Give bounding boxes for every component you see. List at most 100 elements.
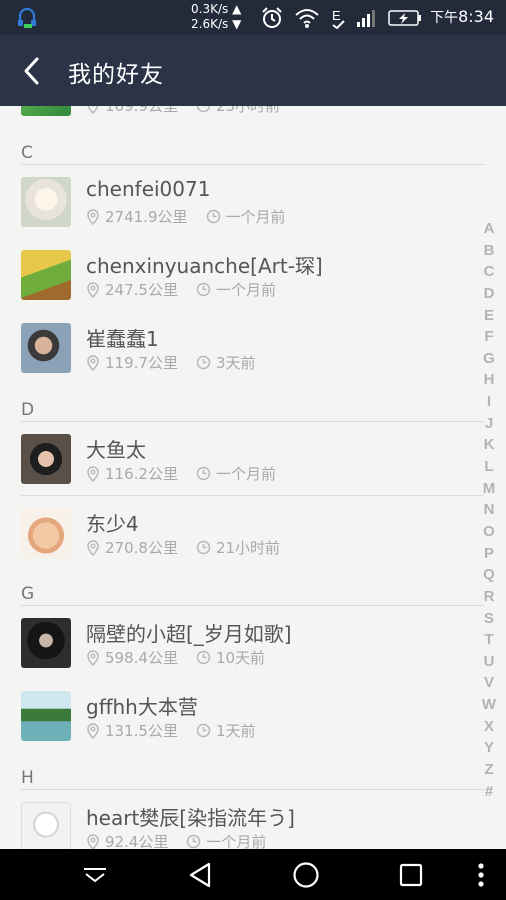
index-letter[interactable]: L — [478, 456, 500, 478]
index-letter[interactable]: Y — [478, 737, 500, 759]
location-pin-icon — [87, 106, 99, 114]
location-pin-icon — [87, 833, 99, 849]
last-seen: 23小时前 — [215, 106, 281, 115]
alphabet-index[interactable]: A B C D E F G H I J K L M N O P Q R S T U V W X Y Z # — [478, 218, 500, 802]
friend-list[interactable]: 169.9公里 23小时前 C chenfei0071 2741.9公里 一个月… — [0, 106, 506, 849]
data-e-icon: E — [332, 8, 345, 29]
index-letter[interactable]: D — [478, 283, 500, 305]
friend-meta: 270.8公里 21小时前 — [86, 537, 280, 558]
index-letter[interactable]: G — [478, 348, 500, 370]
avatar — [21, 106, 71, 116]
status-bar: 0.3K/s ▲ 2.6K/s ▼ E 下午8:34 — [0, 0, 506, 35]
list-item[interactable]: gffhh大本营 131.5公里 1天前 — [21, 679, 484, 752]
list-item[interactable]: chenfei0071 2741.9公里 一个月前 — [21, 165, 484, 238]
index-letter[interactable]: Z — [478, 759, 500, 781]
index-letter[interactable]: W — [478, 694, 500, 716]
friend-name: chenxinyuanche[Art-琛] — [86, 254, 323, 278]
title-bar: 我的好友 — [0, 35, 506, 106]
index-letter[interactable]: B — [478, 240, 500, 262]
list-item[interactable]: 东少4 270.8公里 21小时前 — [21, 495, 484, 568]
index-letter[interactable]: P — [478, 543, 500, 565]
index-letter[interactable]: C — [478, 261, 500, 283]
list-item[interactable]: 169.9公里 23小时前 — [21, 106, 484, 127]
friend-name: gffhh大本营 — [86, 695, 198, 719]
distance: 119.7公里 — [105, 354, 178, 372]
location-pin-icon — [87, 208, 99, 225]
collapse-button[interactable] — [65, 849, 125, 900]
more-vertical-icon — [478, 862, 484, 887]
distance: 116.2公里 — [105, 465, 178, 483]
friend-name: 崔蠢蠢1 — [86, 327, 159, 351]
page-title: 我的好友 — [68, 62, 164, 88]
index-letter[interactable]: I — [478, 391, 500, 413]
recents-square-icon — [399, 863, 423, 886]
distance: 247.5公里 — [105, 281, 178, 299]
index-letter[interactable]: F — [478, 326, 500, 348]
avatar — [21, 618, 71, 668]
back-button[interactable] — [14, 53, 50, 89]
location-pin-icon — [87, 722, 99, 739]
list-item[interactable]: heart樊辰[染指流年う] 92.4公里 一个月前 — [21, 790, 484, 849]
friend-meta: 598.4公里 10天前 — [86, 647, 265, 668]
section-header-d: D — [21, 384, 484, 422]
index-letter[interactable]: A — [478, 218, 500, 240]
last-seen: 一个月前 — [215, 465, 276, 483]
svg-text:E: E — [332, 8, 341, 23]
last-seen: 10天前 — [215, 649, 266, 667]
index-letter[interactable]: H — [478, 369, 500, 391]
more-button[interactable] — [456, 849, 506, 900]
friend-list-scroller: 169.9公里 23小时前 C chenfei0071 2741.9公里 一个月… — [0, 106, 484, 849]
avatar — [21, 434, 71, 484]
avatar — [21, 250, 71, 300]
distance: 598.4公里 — [105, 649, 178, 667]
clock-icon — [196, 650, 211, 665]
index-letter[interactable]: U — [478, 651, 500, 673]
battery-charging-icon — [388, 9, 421, 26]
index-letter[interactable]: X — [478, 716, 500, 738]
index-letter[interactable]: O — [478, 521, 500, 543]
friend-meta: 131.5公里 1天前 — [86, 720, 256, 741]
location-pin-icon — [87, 281, 99, 298]
status-icons: E — [260, 5, 422, 30]
recents-button[interactable] — [381, 849, 441, 900]
clock-icon — [196, 106, 211, 113]
list-item[interactable]: chenxinyuanche[Art-琛] 247.5公里 一个月前 — [21, 238, 484, 311]
last-seen: 一个月前 — [206, 833, 267, 849]
index-letter[interactable]: N — [478, 499, 500, 521]
index-letter[interactable]: R — [478, 586, 500, 608]
clock-icon — [196, 723, 211, 738]
friend-name: 东少4 — [86, 512, 139, 536]
location-pin-icon — [87, 354, 99, 371]
location-pin-icon — [87, 539, 99, 556]
clock-icon — [196, 466, 211, 481]
back-nav-button[interactable] — [170, 849, 230, 900]
list-item[interactable]: 崔蠢蠢1 119.7公里 3天前 — [21, 311, 484, 384]
index-letter[interactable]: Q — [478, 564, 500, 586]
alarm-icon — [262, 6, 282, 28]
last-seen: 3天前 — [215, 354, 256, 372]
index-letter[interactable]: E — [478, 305, 500, 327]
distance: 169.9公里 — [105, 106, 178, 115]
index-letter[interactable]: K — [478, 434, 500, 456]
distance: 131.5公里 — [105, 722, 178, 740]
index-letter[interactable]: M — [478, 478, 500, 500]
index-letter[interactable]: # — [478, 781, 500, 803]
index-letter[interactable]: V — [478, 672, 500, 694]
section-header-h: H — [21, 752, 484, 790]
index-letter[interactable]: J — [478, 413, 500, 435]
avatar — [21, 508, 71, 558]
friend-meta: 119.7公里 3天前 — [86, 352, 256, 373]
distance: 2741.9公里 — [105, 208, 188, 226]
friend-meta: 92.4公里 一个月前 — [86, 831, 266, 849]
clock-icon — [196, 540, 211, 555]
list-item[interactable]: 大鱼太 116.2公里 一个月前 — [21, 422, 484, 495]
wifi-icon — [295, 8, 319, 28]
clock-icon — [196, 355, 211, 370]
clock: 下午8:34 — [430, 7, 494, 26]
home-button[interactable] — [276, 849, 336, 900]
index-letter[interactable]: T — [478, 629, 500, 651]
avatar — [21, 691, 71, 741]
list-item[interactable]: 隔壁的小超[_岁月如歌] 598.4公里 10天前 — [21, 606, 484, 679]
index-letter[interactable]: S — [478, 608, 500, 630]
signal-icon — [357, 9, 375, 27]
